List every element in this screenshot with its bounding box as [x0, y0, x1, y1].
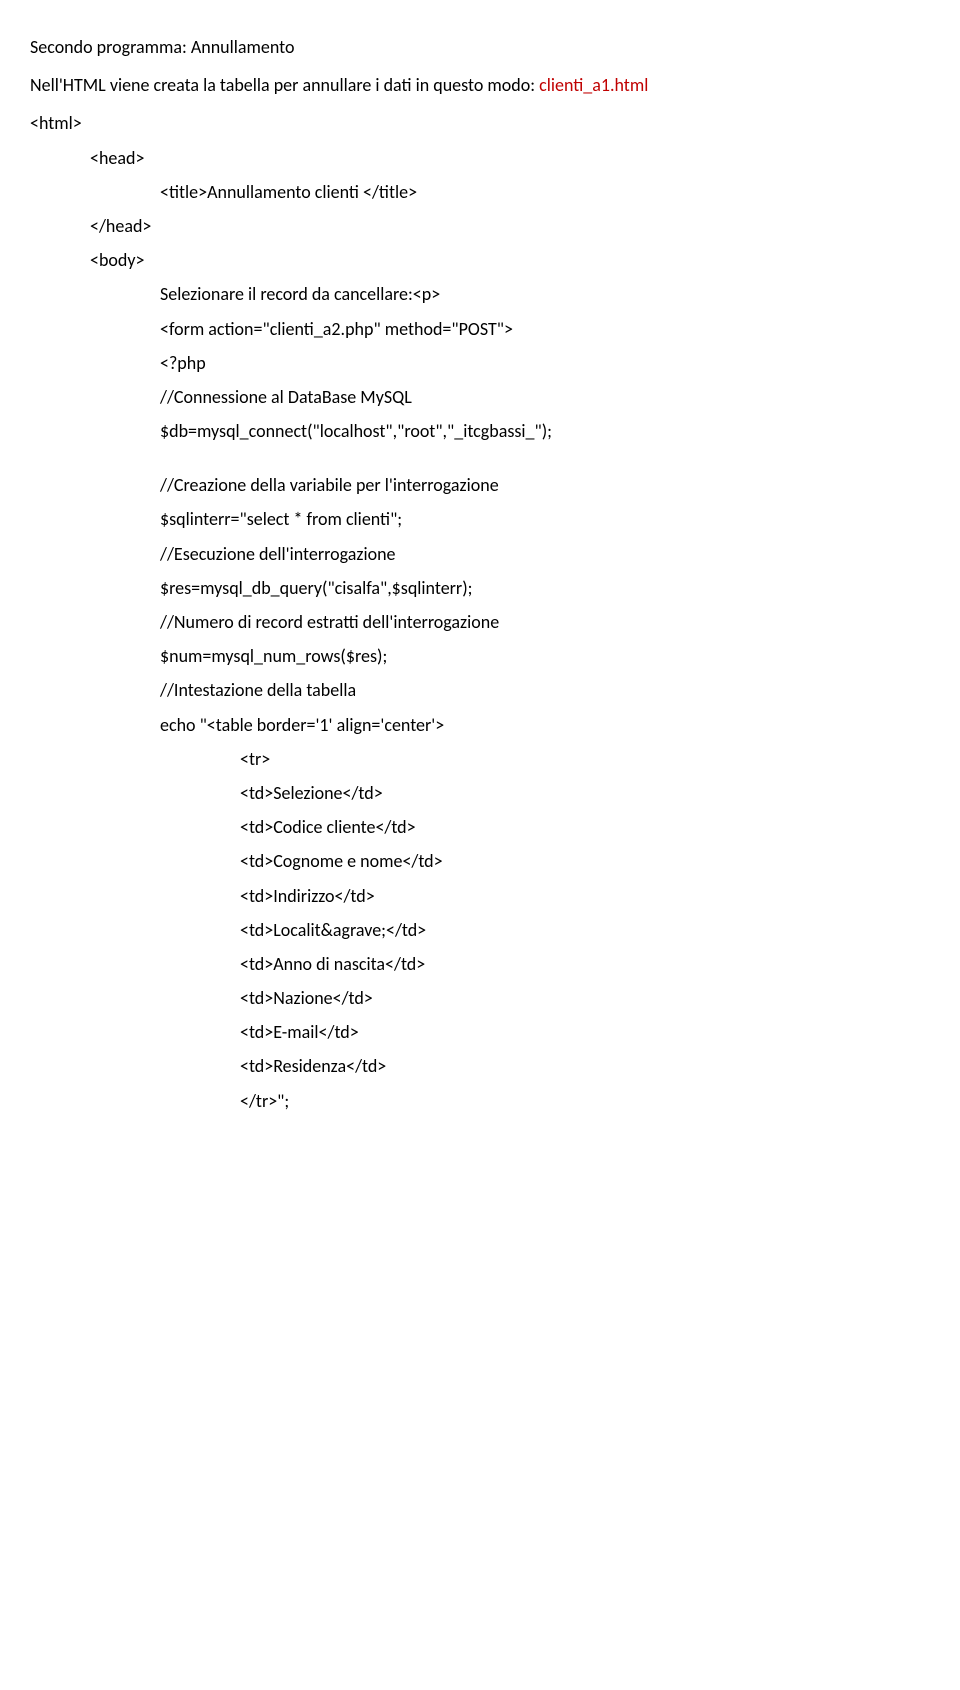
code-line: <td>Selezione</td> — [240, 776, 930, 810]
code-line: </tr>"; — [240, 1084, 930, 1118]
code-line: <html> — [30, 106, 930, 140]
code-line: $sqlinterr="select * from clienti"; — [160, 502, 930, 536]
code-line: Selezionare il record da cancellare:<p> — [160, 277, 930, 311]
code-line: $db=mysql_connect("localhost","root","_i… — [160, 414, 930, 448]
code-line: <head> — [90, 141, 930, 175]
intro-text: Nell'HTML viene creata la tabella per an… — [30, 74, 539, 96]
code-line: <td>Nazione</td> — [240, 981, 930, 1015]
code-line: <td>Anno di nascita</td> — [240, 947, 930, 981]
code-line: <body> — [90, 243, 930, 277]
code-line: <td>Localit&agrave;</td> — [240, 913, 930, 947]
code-line — [30, 448, 930, 468]
code-line: <td>Codice cliente</td> — [240, 810, 930, 844]
code-line: echo "<table border='1' align='center'> — [160, 708, 930, 742]
code-block: <html><head><title>Annullamento clienti … — [30, 106, 930, 1117]
section-heading: Secondo programma: Annullamento — [30, 30, 930, 64]
code-line: <?php — [160, 346, 930, 380]
intro-filename: clienti_a1.html — [539, 74, 648, 96]
code-line: <td>Cognome e nome</td> — [240, 844, 930, 878]
code-line: //Connessione al DataBase MySQL — [160, 380, 930, 414]
code-line: <form action="clienti_a2.php" method="PO… — [160, 312, 930, 346]
code-line: <td>Indirizzo</td> — [240, 879, 930, 913]
code-line: //Esecuzione dell'interrogazione — [160, 537, 930, 571]
code-line: //Numero di record estratti dell'interro… — [160, 605, 930, 639]
code-line: $num=mysql_num_rows($res); — [160, 639, 930, 673]
code-line: <title>Annullamento clienti </title> — [160, 175, 930, 209]
code-line: <tr> — [240, 742, 930, 776]
code-line: //Creazione della variabile per l'interr… — [160, 468, 930, 502]
code-line: $res=mysql_db_query("cisalfa",$sqlinterr… — [160, 571, 930, 605]
code-line: <td>Residenza</td> — [240, 1049, 930, 1083]
code-line: //Intestazione della tabella — [160, 673, 930, 707]
code-line: </head> — [90, 209, 930, 243]
code-line: <td>E-mail</td> — [240, 1015, 930, 1049]
intro-paragraph: Nell'HTML viene creata la tabella per an… — [30, 68, 930, 102]
